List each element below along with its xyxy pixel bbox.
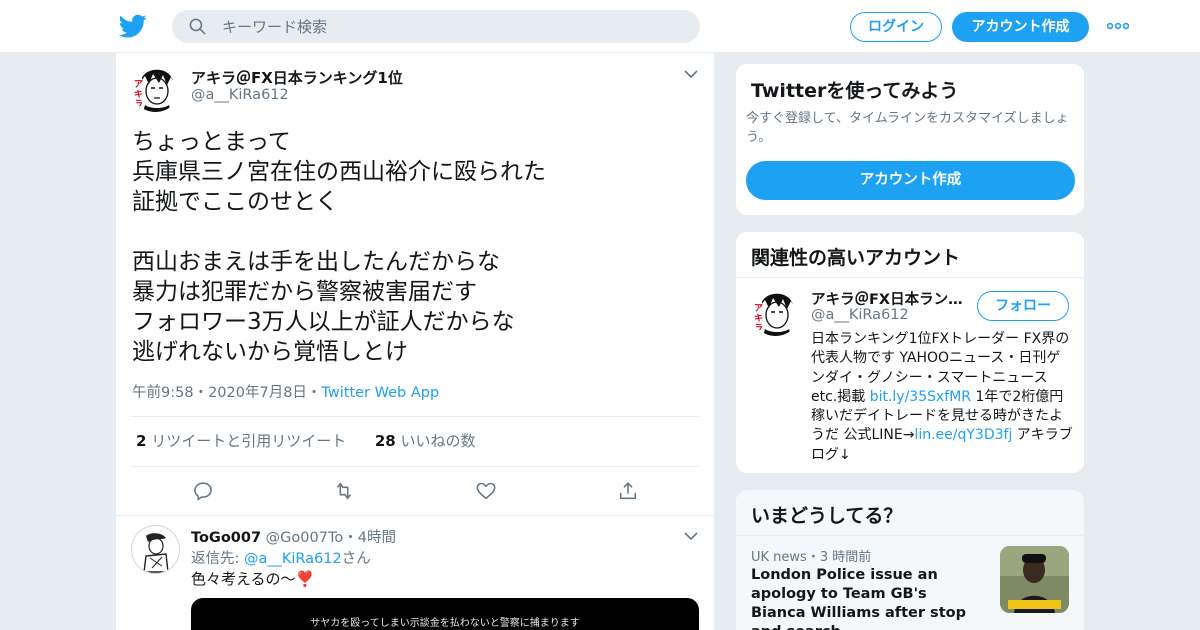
signup-button[interactable]: アカウント作成 bbox=[746, 161, 1075, 200]
twitter-bird-icon[interactable] bbox=[119, 12, 147, 40]
svg-text:ア: ア bbox=[754, 303, 763, 314]
divider bbox=[131, 466, 699, 467]
divider bbox=[736, 535, 1084, 536]
divider bbox=[116, 515, 714, 516]
tweet-date[interactable]: 2020年7月8日 bbox=[208, 385, 307, 401]
svg-text:ラ: ラ bbox=[754, 323, 763, 334]
reply-media-caption: サヤカを殴ってしまい示談金を払わないと警察に捕まります bbox=[310, 618, 580, 629]
search-box[interactable] bbox=[172, 10, 700, 43]
signup-prompt-card: Twitterを使ってみよう 今すぐ登録して、タイムラインをカスタマイズしましょ… bbox=[735, 63, 1085, 216]
share-icon[interactable] bbox=[617, 480, 639, 502]
trend-headline[interactable]: London Police issue an apology to Team G… bbox=[751, 566, 986, 630]
bio-link[interactable]: lin.ee/qY3D3fj bbox=[914, 427, 1012, 443]
reply-icon[interactable] bbox=[192, 480, 214, 502]
heart-exclamation-icon: ❣️ bbox=[295, 570, 315, 588]
replying-to-link[interactable]: @a__KiRa612 bbox=[244, 551, 342, 567]
bio-link[interactable]: bit.ly/35SxfMR bbox=[870, 389, 971, 405]
manga-face-icon: ア キ ラ bbox=[751, 287, 800, 336]
related-account-name[interactable]: アキラ＠FX日本ランキング1位 bbox=[811, 288, 971, 309]
svg-text:ア: ア bbox=[134, 79, 143, 90]
replying-to-prefix: 返信先: bbox=[191, 551, 240, 567]
trends-card: いまどうしてる？ UK news・3 時間前 London Police iss… bbox=[735, 489, 1085, 630]
like-stat[interactable]: 28 いいねの数 bbox=[375, 432, 476, 450]
reply-text: 色々考えるの〜❣️ bbox=[191, 568, 314, 589]
reply-time[interactable]: 4時間 bbox=[358, 530, 396, 546]
replying-to-suffix: さん bbox=[341, 551, 371, 567]
related-account-avatar[interactable]: ア キ ラ bbox=[751, 287, 800, 336]
card-title: 関連性の高いアカウント bbox=[751, 247, 961, 269]
top-bar: ログイン アカウント作成 bbox=[0, 0, 1200, 53]
tweet-time[interactable]: 午前9:58 bbox=[132, 385, 194, 401]
chevron-down-icon[interactable] bbox=[684, 531, 698, 541]
reply-author-handle[interactable]: @Go007To bbox=[266, 530, 344, 546]
manga-sketch-icon bbox=[132, 526, 179, 573]
related-accounts-card: 関連性の高いアカウント ア キ ラ アキラ＠FX日本ランキング1位 @a__Ki… bbox=[735, 231, 1085, 474]
tweet-stats: 2 リツイートと引用リツイート 28 いいねの数 bbox=[136, 430, 476, 451]
login-button[interactable]: ログイン bbox=[850, 12, 942, 42]
card-title: Twitterを使ってみよう bbox=[751, 80, 959, 102]
author-name[interactable]: アキラ＠FX日本ランキング1位 bbox=[191, 67, 403, 88]
divider bbox=[736, 277, 1084, 278]
chevron-down-icon[interactable] bbox=[684, 69, 698, 79]
tweet-source-link[interactable]: Twitter Web App bbox=[321, 385, 439, 401]
reply-media[interactable]: サヤカを殴ってしまい示談金を払わないと警察に捕まります bbox=[191, 598, 699, 630]
svg-text:キ: キ bbox=[134, 89, 143, 100]
retweet-label: リツイートと引用リツイート bbox=[151, 432, 347, 450]
card-title: いまどうしてる？ bbox=[751, 505, 903, 527]
card-description: 今すぐ登録して、タイムラインをカスタマイズしましょう。 bbox=[746, 111, 1069, 145]
related-account-handle[interactable]: @a__KiRa612 bbox=[811, 307, 909, 323]
author-handle[interactable]: @a__KiRa612 bbox=[191, 87, 289, 103]
trend-meta: UK news・3 時間前 bbox=[751, 550, 872, 565]
meta-separator: ・ bbox=[306, 385, 322, 401]
divider bbox=[131, 416, 699, 417]
tweet-detail: ア キ ラ アキラ＠FX日本ランキング1位 @a__KiRa612 ちょっとまっ… bbox=[115, 53, 715, 630]
svg-text:ラ: ラ bbox=[134, 99, 143, 110]
like-label: いいねの数 bbox=[400, 432, 476, 450]
news-photo-icon bbox=[1000, 546, 1069, 613]
retweet-stat[interactable]: 2 リツイートと引用リツイート bbox=[136, 432, 346, 450]
more-options-icon[interactable] bbox=[1107, 22, 1129, 30]
tweet-text: ちょっとまって 兵庫県三ノ宮在住の西山裕介に殴られた 証拠でここのせとく 西山お… bbox=[132, 129, 546, 365]
svg-text:キ: キ bbox=[754, 313, 763, 324]
tweet-timestamp: 午前9:58・2020年7月8日・Twitter Web App bbox=[132, 381, 439, 402]
reply-author-name[interactable]: ToGo007 bbox=[191, 530, 261, 546]
retweet-count: 2 bbox=[136, 432, 147, 450]
manga-face-icon: ア キ ラ bbox=[131, 63, 180, 112]
signup-button[interactable]: アカウント作成 bbox=[952, 12, 1089, 42]
follow-button[interactable]: フォロー bbox=[977, 291, 1069, 321]
search-input[interactable] bbox=[222, 10, 682, 43]
related-account-bio: 日本ランキング1位FXトレーダー FX界の代表人物です YAHOOニュース・日刊… bbox=[811, 330, 1073, 465]
reply-header: ToGo007 @Go007To・4時間 bbox=[191, 526, 396, 547]
search-icon bbox=[189, 18, 206, 35]
author-avatar[interactable]: ア キ ラ bbox=[131, 63, 180, 112]
trend-thumbnail[interactable] bbox=[1000, 546, 1069, 613]
reply-text-body: 色々考えるの〜 bbox=[191, 570, 296, 588]
retweet-icon[interactable] bbox=[333, 480, 355, 502]
reply-avatar[interactable] bbox=[131, 525, 180, 574]
like-heart-icon[interactable] bbox=[475, 480, 497, 502]
replying-to: 返信先: @a__KiRa612さん bbox=[191, 547, 371, 568]
meta-separator: ・ bbox=[343, 530, 358, 546]
meta-separator: ・ bbox=[193, 385, 209, 401]
like-count: 28 bbox=[374, 432, 396, 450]
